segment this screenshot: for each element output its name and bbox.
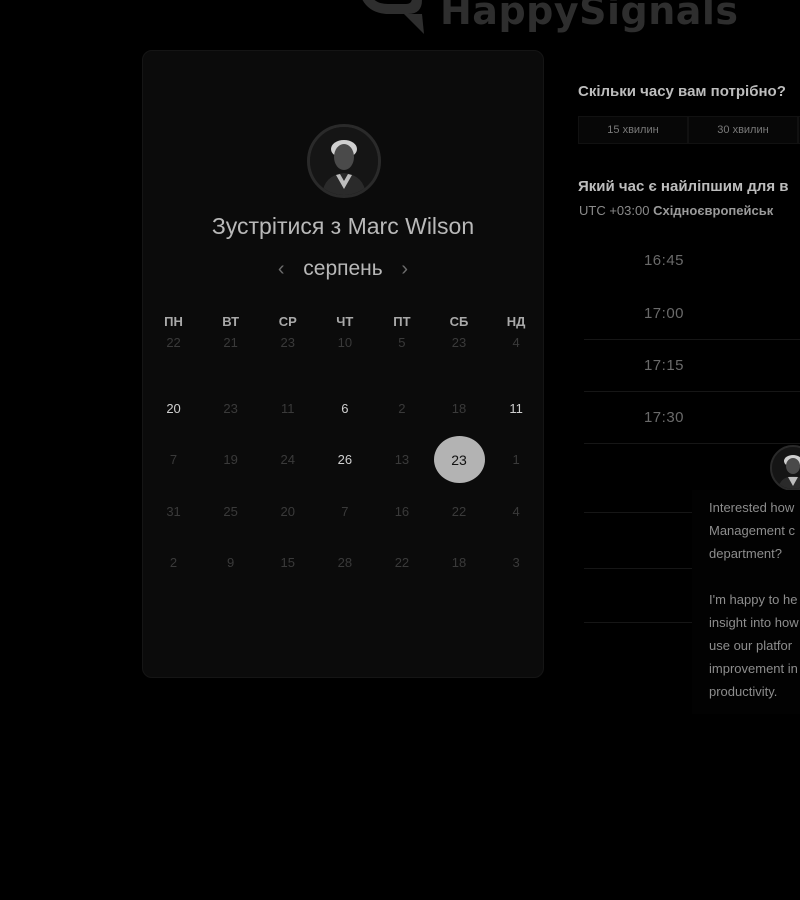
calendar-card: Зустрітися з Marc Wilson ‹ серпень › ПН … — [142, 50, 544, 678]
duration-question: Скільки часу вам потрібно? — [578, 83, 786, 100]
calendar-day: 21 — [223, 335, 238, 350]
timezone-offset: UTC +03:00 — [579, 203, 650, 218]
duration-option-30[interactable]: 30 хвилин — [688, 116, 798, 144]
booking-panel: Скільки часу вам потрібно? 15 хвилин 30 … — [578, 0, 800, 900]
calendar-day: 4 — [512, 503, 520, 519]
calendar-day: 22 — [166, 335, 181, 350]
chat-line: Interested how — [709, 500, 795, 515]
calendar-day: 9 — [227, 555, 235, 571]
chat-line: I'm happy to he — [709, 592, 798, 607]
calendar-day: 18 — [451, 555, 467, 571]
meeting-title: Зустрітися з Marc Wilson — [211, 213, 475, 239]
chat-line: insight into how — [709, 615, 799, 630]
time-question: Який час є найліпшим для в — [578, 178, 789, 195]
month-navigation: ‹ серпень › — [143, 257, 543, 281]
calendar-day: 28 — [337, 555, 353, 571]
timezone-label[interactable]: UTC +03:00 Східноєвропейськ — [579, 203, 773, 218]
weekday-label: ПН — [164, 314, 183, 329]
chat-line — [709, 565, 800, 588]
chat-line: department? — [709, 546, 782, 561]
timezone-name: Східноєвропейськ — [653, 203, 774, 218]
time-slot[interactable]: 17:30 — [584, 392, 800, 444]
chat-line: productivity. — [709, 684, 778, 699]
calendar-day: 19 — [223, 452, 238, 468]
calendar-day: 23 — [223, 400, 238, 416]
weekday-label: СБ — [449, 314, 469, 329]
person-photo-icon — [772, 447, 800, 489]
calendar-day: 15 — [280, 555, 295, 571]
duration-option-15[interactable]: 15 хвилин — [578, 116, 688, 144]
calendar-day: 22 — [394, 555, 410, 571]
calendar-day: 10 — [337, 335, 353, 350]
calendar-day: 3 — [512, 555, 520, 571]
time-slot[interactable]: 17:15 — [584, 340, 800, 392]
calendar-day: 7 — [341, 503, 349, 519]
selected-day-label: 23 — [433, 436, 485, 484]
weekday-header: ПН ВТ СР ЧТ ПТ СБ НД — [145, 314, 545, 329]
duration-options: 15 хвилин 30 хвилин — [578, 116, 800, 144]
calendar-day-selected[interactable]: 23 — [430, 434, 487, 486]
weekday-label: ЧТ — [336, 314, 354, 329]
calendar-day: 24 — [280, 452, 295, 468]
chat-line: Management c — [709, 523, 795, 538]
calendar-grid: 22 21 23 10 5 23 4 20 23 11 6 2 18 11 7 … — [145, 331, 545, 589]
time-slot[interactable]: 17:00 — [584, 288, 800, 340]
speech-bubble-icon — [362, 0, 424, 34]
calendar-day: 23 — [280, 335, 295, 350]
time-slot-list: 16:45 17:00 17:15 17:30 — [584, 232, 800, 444]
calendar-day: 11 — [280, 400, 295, 416]
calendar-day-available[interactable]: 11 — [488, 383, 545, 435]
weekday-label: ВТ — [222, 314, 240, 329]
chevron-left-icon[interactable]: ‹ — [275, 258, 287, 281]
calendar-day: 2 — [169, 555, 178, 571]
chat-message-bubble[interactable]: Interested how Management c department? … — [692, 490, 800, 714]
calendar-day: 1 — [512, 452, 520, 468]
time-slot[interactable]: 16:45 — [584, 232, 800, 288]
calendar-day: 22 — [451, 503, 467, 519]
calendar-day: 4 — [512, 335, 520, 350]
calendar-day: 18 — [451, 400, 467, 416]
calendar-day: 23 — [451, 335, 467, 350]
calendar-day-available[interactable]: 26 — [316, 434, 373, 486]
weekday-label: ПТ — [393, 314, 411, 329]
calendar-day: 16 — [394, 503, 410, 519]
weekday-label: НД — [506, 314, 526, 329]
calendar-day-available[interactable]: 6 — [316, 383, 373, 435]
month-label: серпень — [303, 257, 383, 280]
host-avatar — [307, 124, 381, 198]
calendar-day: 20 — [280, 503, 295, 519]
person-photo-icon — [310, 127, 378, 195]
weekday-label: СР — [278, 314, 297, 329]
calendar-day: 25 — [223, 503, 238, 519]
calendar-day: 5 — [398, 335, 406, 350]
calendar-day: 31 — [166, 503, 181, 519]
chat-line: improvement in — [709, 661, 798, 676]
calendar-day: 2 — [398, 400, 406, 416]
calendar-day: 13 — [394, 452, 410, 468]
calendar-day-available[interactable]: 20 — [145, 383, 202, 435]
calendar-day: 7 — [169, 452, 178, 468]
chevron-right-icon[interactable]: › — [399, 258, 411, 281]
chat-line: use our platfor — [709, 638, 793, 653]
